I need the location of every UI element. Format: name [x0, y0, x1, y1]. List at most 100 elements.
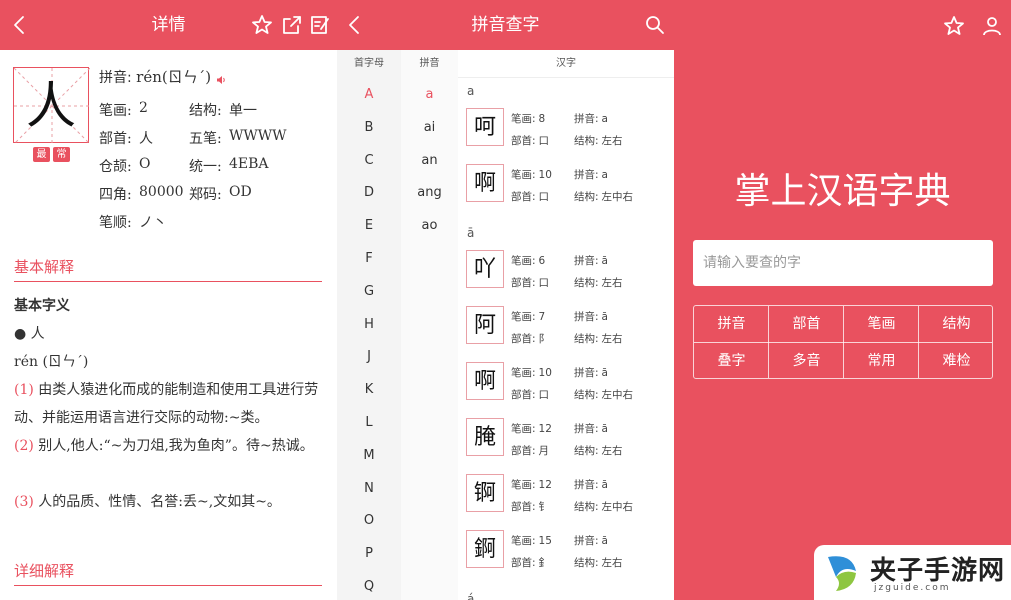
basic-meaning-pinyin: rén (ㄖㄣˊ) [14, 354, 89, 370]
hanzi-strokes-label: 笔画: [511, 311, 536, 323]
menu-strokes-button[interactable]: 笔画 [844, 306, 919, 342]
hanzi-strokes-value: 12 [538, 423, 552, 435]
hanzi-strokes: 笔画: 10 [511, 167, 552, 182]
watermark-sub: jzguide.com [874, 583, 951, 593]
hanzi-pinyin-value: ā [601, 255, 608, 267]
menu-common-button[interactable]: 常用 [844, 343, 919, 379]
divider [14, 585, 322, 586]
badge-common: 常 [53, 147, 70, 162]
watermark-text: 夹子手游网 [870, 556, 1006, 586]
info-unicode-value: 4EBA [229, 156, 269, 172]
hanzi-pinyin-label: 拼音: [574, 169, 599, 181]
syllable-item[interactable]: a [401, 87, 458, 102]
star-icon[interactable] [250, 13, 274, 37]
letter-item[interactable]: K [337, 382, 401, 397]
definition-num: (3) [14, 494, 34, 510]
letter-item[interactable]: F [337, 251, 401, 266]
header-pinyin: 拼音 [401, 50, 458, 78]
user-icon[interactable] [980, 14, 1004, 38]
main-character: 人 [26, 77, 76, 135]
edit-icon[interactable] [308, 13, 332, 37]
hanzi-strokes-value: 15 [538, 535, 552, 547]
letter-item[interactable]: E [337, 218, 401, 233]
hanzi-structure-value: 左右 [601, 333, 623, 345]
hanzi-item[interactable]: 啊 [466, 164, 504, 202]
letter-item[interactable]: Q [337, 579, 401, 594]
info-structure-value: 单一 [229, 103, 257, 119]
hanzi-item[interactable]: 啊 [466, 362, 504, 400]
speaker-icon[interactable] [216, 73, 226, 84]
hanzi-radical: 部首: 钅 [511, 499, 549, 514]
app-title: 掌上汉语字典 [734, 171, 951, 212]
hanzi-strokes-value: 12 [538, 479, 552, 491]
letter-item[interactable]: P [337, 546, 401, 561]
hanzi-strokes-value: 10 [538, 169, 552, 181]
hanzi-radical-label: 部首: [511, 557, 536, 569]
syllable-item[interactable]: an [401, 153, 458, 168]
menu-radical-button[interactable]: 部首 [769, 306, 844, 342]
letter-item[interactable]: H [337, 317, 401, 332]
syllable-item[interactable]: ang [401, 185, 458, 200]
info-radical-label: 部首: [99, 131, 132, 147]
hanzi-pinyin-value: a [601, 113, 608, 125]
hanzi-structure-value: 左右 [601, 557, 623, 569]
hanzi-radical-label: 部首: [511, 191, 536, 203]
definition-text: 别人,他人:“~为刀俎,我为鱼肉”。待~热诚。 [38, 438, 314, 454]
hanzi-item[interactable]: 腌 [466, 418, 504, 456]
hanzi-item[interactable]: 阿 [466, 306, 504, 344]
syllable-item[interactable]: ai [401, 120, 458, 135]
syllable-item[interactable]: ao [401, 218, 458, 233]
menu-difficult-button[interactable]: 难检 [919, 343, 994, 379]
letter-item[interactable]: B [337, 120, 401, 135]
hanzi-structure-value: 左右 [601, 445, 623, 457]
hanzi-radical-value: 口 [538, 135, 550, 147]
hanzi-radical: 部首: 阝 [511, 331, 549, 346]
hanzi-item[interactable]: 锕 [466, 474, 504, 512]
letter-item[interactable]: D [337, 185, 401, 200]
hanzi-structure-label: 结构: [574, 333, 599, 345]
info-order-value: ノ丶 [139, 215, 167, 231]
share-icon[interactable] [280, 13, 304, 37]
hanzi-item[interactable]: 吖 [466, 250, 504, 288]
hanzi-strokes-value: 8 [538, 113, 546, 125]
letter-item[interactable]: M [337, 448, 401, 463]
letter-item[interactable]: O [337, 513, 401, 528]
letter-item[interactable]: J [337, 349, 401, 364]
hanzi-strokes: 笔画: 7 [511, 309, 545, 324]
info-structure-label: 结构: [189, 103, 222, 119]
info-radical-value: 人 [139, 131, 153, 147]
definition-2: (2) 别人,他人:“~为刀俎,我为鱼肉”。待~热诚。 [14, 432, 324, 460]
hanzi-radical-value: 月 [538, 445, 550, 457]
hanzi-item[interactable]: 呵 [466, 108, 504, 146]
hanzi-radical-label: 部首: [511, 501, 536, 513]
menu-repeated-button[interactable]: 叠字 [694, 343, 769, 379]
letter-item[interactable]: L [337, 415, 401, 430]
search-icon[interactable] [643, 13, 667, 37]
letter-item[interactable]: G [337, 284, 401, 299]
syllable-group-label: á [467, 592, 475, 600]
hanzi-strokes: 笔画: 12 [511, 477, 552, 492]
watermark-logo-icon [828, 556, 856, 591]
badge-most: 最 [33, 147, 50, 162]
hanzi-structure: 结构: 左右 [574, 443, 623, 458]
hanzi-radical: 部首: 月 [511, 443, 549, 458]
letter-item[interactable]: C [337, 153, 401, 168]
star-icon[interactable] [942, 14, 966, 38]
header-hanzi: 汉字 [458, 50, 674, 78]
search-input[interactable]: 请输入要查的字 [693, 240, 993, 286]
lookup-menu-grid: 拼音 部首 笔画 结构 叠字 多音 常用 难检 [693, 305, 993, 379]
syllable-group-label: ā [467, 226, 475, 240]
hanzi-structure: 结构: 左右 [574, 275, 623, 290]
hanzi-structure-label: 结构: [574, 135, 599, 147]
menu-structure-button[interactable]: 结构 [919, 306, 994, 342]
hanzi-strokes: 笔画: 8 [511, 111, 545, 126]
definition-1: (1) 由类人猿进化而成的能制造和使用工具进行劳动、并能运用语言进行交际的动物:… [14, 376, 324, 432]
basic-meaning-char: ● 人 [14, 326, 45, 342]
letter-item[interactable]: A [337, 87, 401, 102]
basic-meaning-subtitle: 基本字义 [14, 298, 70, 314]
hanzi-item[interactable]: 錒 [466, 530, 504, 568]
menu-pinyin-button[interactable]: 拼音 [694, 306, 769, 342]
menu-polyphone-button[interactable]: 多音 [769, 343, 844, 379]
letter-item[interactable]: N [337, 481, 401, 496]
hanzi-radical-value: 阝 [538, 333, 550, 345]
